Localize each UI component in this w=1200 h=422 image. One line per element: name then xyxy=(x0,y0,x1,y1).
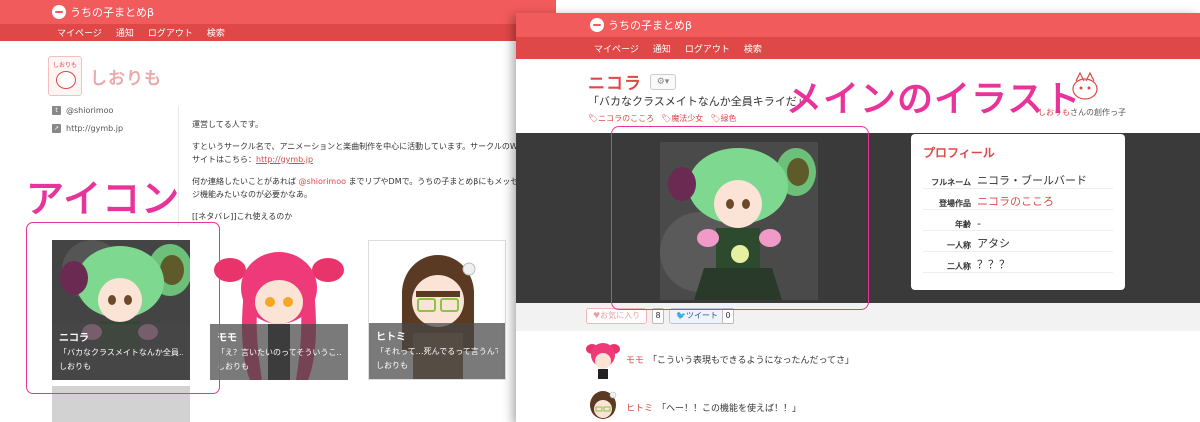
profile-value: ニコラ・ブールバード xyxy=(977,174,1087,187)
card-quote: 「それって…死んでるって言うんで… xyxy=(376,347,498,356)
bio-text: 何か連絡したいことがあれば xyxy=(192,177,299,186)
website-url[interactable]: http://gymb.jp xyxy=(66,124,123,133)
tag-item[interactable]: 🏷魔法少女 xyxy=(661,113,703,124)
bio-line-4: [[ネタバレ]]これ使えるのか xyxy=(192,212,293,221)
twitter-link[interactable]: t @shiorimoo xyxy=(52,106,123,115)
annotation-main-illustration-box xyxy=(611,126,869,310)
tag-list: 🏷ニコラのこころ 🏷魔法少女 🏷緑色 xyxy=(588,113,743,124)
character-card-momo[interactable]: モモ 「え？言いたいのってそういうこ… しおりも xyxy=(210,240,348,380)
comment-item: モモ 「こういう表現もできるようになったんだってさ」 xyxy=(586,339,854,379)
card-quote: 「え？言いたいのってそういうこ… xyxy=(217,348,341,357)
nav-notifications[interactable]: 通知 xyxy=(653,42,671,55)
comment-text: 「こういう表現もできるようになったんだってさ」 xyxy=(648,355,855,366)
nav-mypage[interactable]: マイページ xyxy=(594,42,639,55)
tag-item[interactable]: 🏷緑色 xyxy=(710,113,736,124)
tweet-label: ツイート xyxy=(685,311,718,320)
profile-value-work-link[interactable]: ニコラのこころ xyxy=(977,193,1054,209)
link-icon: ↗ xyxy=(52,124,61,133)
tweet-button[interactable]: 🐦ツイート xyxy=(669,308,725,324)
profile-row: 登場作品 ニコラのこころ xyxy=(923,191,1113,210)
avatar-label: しおりも xyxy=(53,62,78,69)
card-author: しおりも xyxy=(217,362,249,371)
mention-link[interactable]: @shiorimoo xyxy=(299,177,346,186)
app-header: うちの子まとめβ xyxy=(516,13,1200,37)
favorite-count: 8 xyxy=(652,308,664,324)
card-caption: ヒトミ 「それって…死んでるって言うんで… しおりも xyxy=(369,323,505,379)
website-link[interactable]: ↗ http://gymb.jp xyxy=(52,124,123,133)
profile-header: しおりも しおりも xyxy=(48,56,162,96)
tweet-count: 0 xyxy=(722,308,734,324)
app-logo-text[interactable]: うちの子まとめβ xyxy=(608,17,692,33)
character-card-hitomi[interactable]: ヒトミ 「それって…死んでるって言うんで… しおりも xyxy=(368,240,506,380)
profile-value: アタシ xyxy=(977,237,1010,250)
gear-icon[interactable]: ⚙▾ xyxy=(650,73,676,90)
profile-value: ？？？ xyxy=(977,258,1010,271)
avatar: しおりも xyxy=(48,56,82,96)
commenter-name[interactable]: ヒトミ xyxy=(626,401,653,414)
profile-value: - xyxy=(977,217,981,230)
logo-icon[interactable] xyxy=(590,18,604,32)
profile-row: 年齢 - xyxy=(923,212,1113,231)
nav-bar: マイページ 通知 ログアウト 検索 xyxy=(516,37,1200,59)
commenter-avatar-momo[interactable] xyxy=(586,339,620,379)
nav-bar: マイページ 通知 ログアウト 検索 xyxy=(0,24,556,41)
tag-item[interactable]: 🏷ニコラのこころ xyxy=(588,113,654,124)
commenter-name[interactable]: モモ xyxy=(626,353,644,366)
twitter-handle[interactable]: @shiorimoo xyxy=(66,106,113,115)
character-name: ニコラ xyxy=(588,74,642,94)
profile-links: t @shiorimoo ↗ http://gymb.jp xyxy=(52,106,123,142)
comment-text: 「ヘー！！この機能を使えば！！」 xyxy=(657,403,802,414)
annotation-icon-box xyxy=(26,222,220,394)
profile-key: 一人称 xyxy=(947,241,971,250)
card-caption: モモ 「え？言いたいのってそういうこ… しおりも xyxy=(210,324,348,380)
comment-item: ヒトミ 「ヘー！！この機能を使えば！！」 xyxy=(586,387,801,422)
screenshot-stage: うちの子まとめβ マイページ 通知 ログアウト 検索 しおりも しおりも t @… xyxy=(0,0,1200,422)
nav-search[interactable]: 検索 xyxy=(207,26,225,39)
bio-line-1: 運営してる人です。 xyxy=(192,120,263,129)
nav-mypage[interactable]: マイページ xyxy=(57,26,102,39)
logo-icon[interactable] xyxy=(52,5,66,19)
profile-row: 一人称 アタシ xyxy=(923,233,1113,252)
card-name: モモ xyxy=(217,333,237,344)
app-logo-text[interactable]: うちの子まとめβ xyxy=(70,4,154,20)
profile-key: 登場作品 xyxy=(939,199,971,208)
bio-line-3: 何か連絡したいことがあれば @shiorimoo までリプやDMで。うちの子まと… xyxy=(192,175,532,201)
card-author: しおりも xyxy=(376,361,408,370)
circle-website-link[interactable]: http://gymb.jp xyxy=(256,155,313,164)
profile-key: 二人称 xyxy=(947,262,971,271)
bio-text: すというサークル名で、アニメーションと楽曲制作を中心に活動しています。サークルの… xyxy=(192,142,528,164)
profile-row: 二人称 ？？？ xyxy=(923,254,1113,273)
profile-panel: プロフィール フルネーム ニコラ・ブールバード 登場作品 ニコラのこころ 年齢 … xyxy=(911,134,1125,290)
profile-key: フルネーム xyxy=(931,178,971,187)
avatar-face-icon xyxy=(56,71,76,89)
character-title-row: ニコラ ⚙▾ xyxy=(588,69,676,94)
twitter-bird-icon: 🐦 xyxy=(676,311,686,320)
favorite-button[interactable]: ♥お気に入り xyxy=(586,308,648,324)
twitter-icon: t xyxy=(52,106,61,115)
profile-name: しおりも xyxy=(90,68,162,89)
profile-bio: 運営してる人です。 すというサークル名で、アニメーションと楽曲制作を中心に活動し… xyxy=(192,118,532,232)
annotation-main-illustration-label: メインのイラスト xyxy=(786,79,1082,120)
card-name: ヒトミ xyxy=(376,332,406,343)
profile-title: プロフィール xyxy=(923,146,995,160)
bio-line-2: すというサークル名で、アニメーションと楽曲制作を中心に活動しています。サークルの… xyxy=(192,140,532,166)
nav-logout[interactable]: ログアウト xyxy=(148,26,193,39)
nav-notifications[interactable]: 通知 xyxy=(116,26,134,39)
app-header: うちの子まとめβ xyxy=(0,0,556,24)
profile-row: フルネーム ニコラ・ブールバード xyxy=(923,170,1113,189)
profile-key: 年齢 xyxy=(955,220,971,229)
character-quote: 「バカなクラスメイトなんか全員キライだ」 xyxy=(588,95,808,108)
nav-logout[interactable]: ログアウト xyxy=(685,42,730,55)
nav-search[interactable]: 検索 xyxy=(744,42,762,55)
commenter-avatar-hitomi[interactable] xyxy=(586,387,620,422)
annotation-icon-label: アイコン xyxy=(26,177,181,221)
